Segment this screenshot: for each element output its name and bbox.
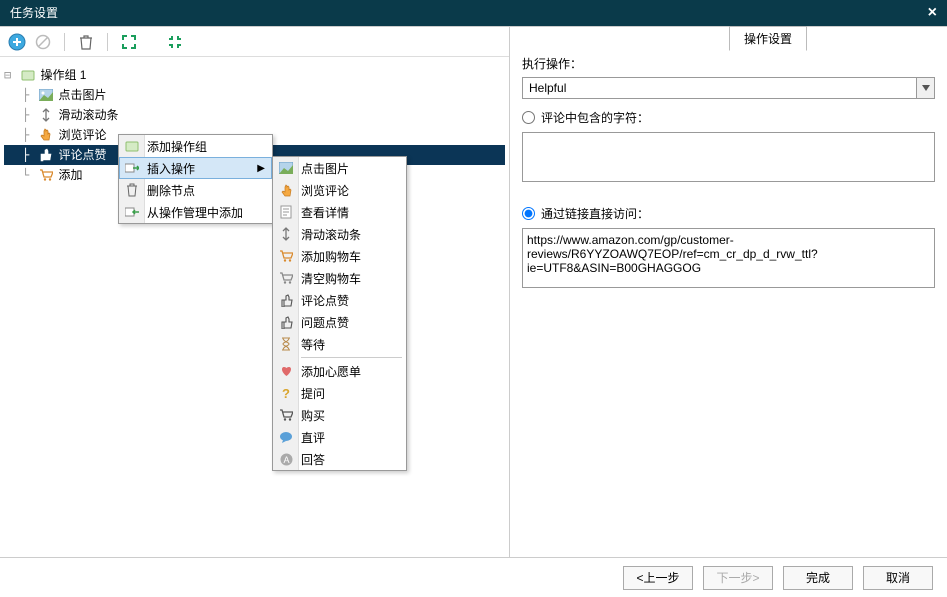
- add-button[interactable]: [8, 33, 26, 51]
- link-textarea[interactable]: https://www.amazon.com/gp/customer-revie…: [522, 228, 935, 288]
- exec-label: 执行操作：: [522, 55, 935, 72]
- ctx-insert-action[interactable]: 插入操作 ▶: [119, 157, 272, 179]
- next-button: 下一步>: [703, 566, 773, 590]
- radio-link-label: 通过链接直接访问：: [541, 205, 649, 222]
- radio-link[interactable]: 通过链接直接访问：: [522, 205, 935, 222]
- tree-item[interactable]: ├ 点击图片: [4, 85, 505, 105]
- left-panel: ⊟ 操作组 1 ├ 点击图片 ├ 滑动滚动条 ├ 浏览评论 ├: [0, 27, 510, 557]
- tree-item-label: 添加: [58, 165, 82, 185]
- sub-ask[interactable]: ?提问: [273, 382, 406, 404]
- cancel-button[interactable]: 取消: [863, 566, 933, 590]
- delete-button[interactable]: [77, 33, 95, 51]
- buy-icon: [277, 406, 295, 424]
- cart-empty-icon: [277, 269, 295, 287]
- right-panel: 操作设置 执行操作： 评论中包含的字符： 通过链接直接访问： https://w…: [510, 27, 947, 557]
- thumb-up-icon: [277, 291, 295, 309]
- group-icon: [20, 67, 36, 83]
- hourglass-icon: [277, 335, 295, 353]
- sub-click-image[interactable]: 点击图片: [273, 157, 406, 179]
- ctx-delete-node[interactable]: 删除节点: [119, 179, 272, 201]
- svg-text:?: ?: [282, 386, 290, 400]
- toolbar: [0, 27, 509, 57]
- sub-wait[interactable]: 等待: [273, 333, 406, 355]
- trash-icon: [123, 181, 141, 199]
- ctx-add-group[interactable]: 添加操作组: [119, 135, 272, 157]
- window-title: 任务设置: [10, 0, 58, 26]
- disable-button[interactable]: [34, 33, 52, 51]
- scroll-icon: [277, 225, 295, 243]
- question-icon: ?: [277, 384, 295, 402]
- prev-button[interactable]: <上一步: [623, 566, 693, 590]
- sub-like-question[interactable]: 问题点赞: [273, 311, 406, 333]
- tree-root[interactable]: ⊟ 操作组 1: [4, 65, 505, 85]
- thumb-up-icon: [277, 313, 295, 331]
- sub-browse-review[interactable]: 浏览评论: [273, 179, 406, 201]
- sub-add-cart[interactable]: 添加购物车: [273, 245, 406, 267]
- footer: <上一步 下一步> 完成 取消: [0, 557, 947, 597]
- hand-icon: [277, 181, 295, 199]
- chevron-down-icon[interactable]: [917, 77, 935, 99]
- group-icon: [123, 137, 141, 155]
- tab-settings[interactable]: 操作设置: [729, 26, 807, 51]
- radio-contains-label: 评论中包含的字符：: [541, 109, 649, 126]
- collapse-icon[interactable]: [166, 33, 184, 51]
- sub-view-detail[interactable]: 查看详情: [273, 201, 406, 223]
- sub-buy[interactable]: 购买: [273, 404, 406, 426]
- sub-direct-review[interactable]: 直评: [273, 426, 406, 448]
- insert-icon: [123, 159, 141, 177]
- cart-icon: [277, 247, 295, 265]
- radio-contains-input[interactable]: [522, 111, 535, 124]
- sub-clear-cart[interactable]: 清空购物车: [273, 267, 406, 289]
- chevron-right-icon: ▶: [257, 163, 265, 174]
- tree-item-label: 点击图片: [58, 85, 106, 105]
- import-icon: [123, 203, 141, 221]
- hand-icon: [38, 127, 54, 143]
- scroll-icon: [38, 107, 54, 123]
- tree-item-label: 评论点赞: [58, 145, 106, 165]
- tree-item[interactable]: ├ 滑动滚动条: [4, 105, 505, 125]
- sub-like-review[interactable]: 评论点赞: [273, 289, 406, 311]
- cart-icon: [38, 167, 54, 183]
- exec-select[interactable]: [522, 77, 935, 99]
- image-icon: [38, 87, 54, 103]
- ctx-add-from-manager[interactable]: 从操作管理中添加: [119, 201, 272, 223]
- content-area: ⊟ 操作组 1 ├ 点击图片 ├ 滑动滚动条 ├ 浏览评论 ├: [0, 26, 947, 557]
- sub-wishlist[interactable]: 添加心愿单: [273, 360, 406, 382]
- close-icon[interactable]: ×: [928, 0, 937, 26]
- detail-icon: [277, 203, 295, 221]
- context-menu[interactable]: 添加操作组 插入操作 ▶ 删除节点 从操作管理中添加: [118, 134, 273, 224]
- comment-icon: [277, 428, 295, 446]
- svg-text:A: A: [283, 455, 289, 465]
- sub-scroll[interactable]: 滑动滚动条: [273, 223, 406, 245]
- image-icon: [277, 159, 295, 177]
- context-submenu[interactable]: 点击图片 浏览评论 查看详情 滑动滚动条 添加购物车 清空购物车 评论点赞 问题…: [272, 156, 407, 471]
- answer-icon: A: [277, 450, 295, 468]
- radio-contains[interactable]: 评论中包含的字符：: [522, 109, 935, 126]
- tree-item-label: 浏览评论: [58, 125, 106, 145]
- expand-icon[interactable]: [120, 33, 138, 51]
- tree-root-label: 操作组 1: [40, 65, 86, 85]
- tree-view[interactable]: ⊟ 操作组 1 ├ 点击图片 ├ 滑动滚动条 ├ 浏览评论 ├: [0, 57, 509, 557]
- radio-link-input[interactable]: [522, 207, 535, 220]
- titlebar: 任务设置 ×: [0, 0, 947, 26]
- tree-item-label: 滑动滚动条: [58, 105, 118, 125]
- contains-textarea[interactable]: [522, 132, 935, 182]
- sub-answer[interactable]: A回答: [273, 448, 406, 470]
- finish-button[interactable]: 完成: [783, 566, 853, 590]
- heart-icon: [277, 362, 295, 380]
- thumb-icon: [38, 147, 54, 163]
- exec-input[interactable]: [522, 77, 917, 99]
